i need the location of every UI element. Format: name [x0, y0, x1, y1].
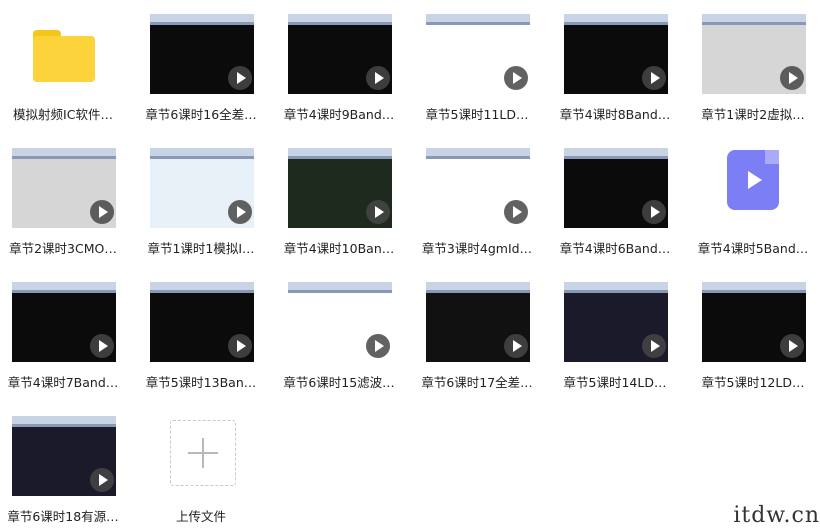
- item-label: 模拟射频IC软件…: [13, 107, 113, 122]
- video-item[interactable]: 章节6课时18有源…: [0, 402, 126, 532]
- video-item[interactable]: 章节6课时17全差…: [414, 268, 540, 398]
- item-label: 章节1课时2虚拟…: [701, 107, 805, 122]
- video-thumbnail: [150, 282, 254, 362]
- video-thumbnail: [564, 282, 668, 362]
- plus-icon[interactable]: [170, 420, 236, 486]
- play-icon[interactable]: [228, 200, 252, 224]
- play-icon[interactable]: [228, 334, 252, 358]
- item-label: 章节6课时18有源…: [7, 509, 119, 524]
- video-item[interactable]: 章节5课时13Ban…: [138, 268, 264, 398]
- item-label: 章节6课时15滤波…: [283, 375, 395, 390]
- play-icon[interactable]: [366, 66, 390, 90]
- item-label: 章节2课时3CMO…: [9, 241, 117, 256]
- video-item[interactable]: 章节5课时12LD…: [690, 268, 816, 398]
- item-label: 章节4课时6Band…: [559, 241, 671, 256]
- video-item[interactable]: 章节5课时14LD…: [552, 268, 678, 398]
- file-grid: 模拟射频IC软件… 章节6课时16全差… 章节4课时9Band… 章节5课时11LD……: [0, 0, 820, 528]
- play-icon[interactable]: [504, 334, 528, 358]
- play-icon[interactable]: [504, 66, 528, 90]
- item-label: 上传文件: [175, 509, 226, 524]
- item-label: 章节6课时17全差…: [421, 375, 533, 390]
- upload-file-button[interactable]: 上传文件: [138, 402, 264, 532]
- play-icon[interactable]: [642, 334, 666, 358]
- video-thumbnail: [288, 14, 392, 94]
- video-item[interactable]: 章节4课时9Band…: [276, 0, 402, 130]
- item-label: 章节4课时10Ban…: [283, 241, 395, 256]
- video-item[interactable]: 章节5课时11LD…: [414, 0, 540, 130]
- item-label: 章节5课时12LD…: [701, 375, 805, 390]
- play-icon[interactable]: [366, 334, 390, 358]
- item-label: 章节5课时13Ban…: [145, 375, 257, 390]
- play-icon[interactable]: [90, 334, 114, 358]
- item-label: 章节4课时8Band…: [559, 107, 671, 122]
- video-item[interactable]: 章节3课时4gmId…: [414, 134, 540, 264]
- play-icon[interactable]: [504, 200, 528, 224]
- video-item[interactable]: 章节4课时8Band…: [552, 0, 678, 130]
- folder-item[interactable]: 模拟射频IC软件…: [0, 0, 126, 130]
- item-label: 章节1课时1模拟I…: [147, 241, 255, 256]
- item-label: 章节5课时14LD…: [563, 375, 667, 390]
- video-file-icon: [727, 150, 779, 210]
- video-item[interactable]: 章节6课时16全差…: [138, 0, 264, 130]
- play-icon[interactable]: [90, 200, 114, 224]
- play-icon[interactable]: [228, 66, 252, 90]
- video-item[interactable]: 章节4课时10Ban…: [276, 134, 402, 264]
- video-thumbnail: [426, 14, 530, 94]
- play-icon[interactable]: [90, 468, 114, 492]
- video-item[interactable]: 章节4课时6Band…: [552, 134, 678, 264]
- item-label: 章节3课时4gmId…: [421, 241, 533, 256]
- folder-icon: [33, 30, 95, 82]
- item-label: 章节4课时7Band…: [7, 375, 119, 390]
- item-label: 章节4课时5Band…: [697, 241, 809, 256]
- play-icon[interactable]: [780, 334, 804, 358]
- video-thumbnail: [12, 282, 116, 362]
- video-item[interactable]: 章节2课时3CMO…: [0, 134, 126, 264]
- watermark-text: itdw.cn: [733, 503, 820, 528]
- play-icon[interactable]: [366, 200, 390, 224]
- video-thumbnail: [12, 416, 116, 496]
- video-thumbnail: [150, 14, 254, 94]
- video-thumbnail: [150, 148, 254, 228]
- video-item[interactable]: 章节1课时2虚拟…: [690, 0, 816, 130]
- video-item[interactable]: 章节1课时1模拟I…: [138, 134, 264, 264]
- video-file-item[interactable]: 章节4课时5Band…: [690, 134, 816, 264]
- video-thumbnail: [702, 282, 806, 362]
- video-thumbnail: [288, 148, 392, 228]
- item-label: 章节4课时9Band…: [283, 107, 395, 122]
- play-icon[interactable]: [642, 66, 666, 90]
- video-thumbnail: [564, 148, 668, 228]
- video-thumbnail: [288, 282, 392, 362]
- play-icon[interactable]: [642, 200, 666, 224]
- video-thumbnail: [426, 148, 530, 228]
- item-label: 章节6课时16全差…: [145, 107, 257, 122]
- video-thumbnail: [702, 14, 806, 94]
- video-item[interactable]: 章节6课时15滤波…: [276, 268, 402, 398]
- video-thumbnail: [564, 14, 668, 94]
- video-item[interactable]: 章节4课时7Band…: [0, 268, 126, 398]
- video-thumbnail: [426, 282, 530, 362]
- video-thumbnail: [12, 148, 116, 228]
- item-label: 章节5课时11LD…: [425, 107, 529, 122]
- play-icon[interactable]: [780, 66, 804, 90]
